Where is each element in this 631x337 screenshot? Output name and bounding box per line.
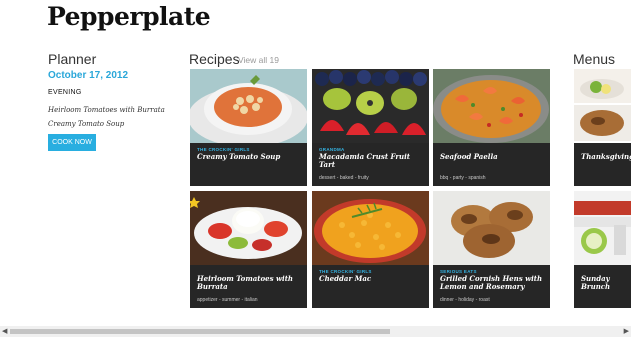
recipe-tags: dessert - baked - fruity xyxy=(319,175,369,181)
menu-name: Thanksgiving xyxy=(581,152,631,161)
planner-slot-label: EVENING xyxy=(48,89,82,96)
cook-now-button[interactable]: COOK NOW xyxy=(48,134,96,151)
recipe-name: Heirloom Tomatoes with Burrata xyxy=(197,274,294,291)
menu-photos xyxy=(574,69,631,141)
recipe-name: Seafood Paella xyxy=(440,152,498,161)
recipe-tags: appetizer - summer - italian xyxy=(197,297,258,303)
recipe-name: Creamy Tomato Soup xyxy=(197,152,281,161)
recipe-tile[interactable]: Seafood Paella bbq - party - spanish xyxy=(433,69,550,186)
recipe-tile[interactable]: THE CROCKIN' GIRLS Creamy Tomato Soup xyxy=(190,69,307,186)
recipe-name: Grilled Cornish Hens with Lemon and Rose… xyxy=(440,274,543,291)
menus-title[interactable]: Menus xyxy=(573,51,615,67)
recipe-tags: dinner - holiday - roast xyxy=(440,297,490,303)
recipe-photo-seafood-paella xyxy=(433,69,550,143)
planner-title[interactable]: Planner xyxy=(48,51,96,67)
planner-recipe-link[interactable]: Heirloom Tomatoes with Burrata xyxy=(48,106,165,114)
recipe-tile[interactable]: THE CROCKIN' GIRLS Cheddar Mac xyxy=(312,191,429,308)
view-all-recipes-link[interactable]: View all 19 xyxy=(238,55,279,65)
planner-recipe-link[interactable]: Creamy Tomato Soup xyxy=(48,120,124,128)
recipe-tile[interactable]: Heirloom Tomatoes with Burrata appetizer… xyxy=(190,191,307,308)
menu-name: Sunday Brunch xyxy=(581,274,611,291)
horizontal-scrollbar[interactable]: ◀ ▶ xyxy=(0,326,631,337)
recipe-photo-tomato-soup xyxy=(190,69,307,143)
scroll-left-icon[interactable]: ◀ xyxy=(2,327,7,335)
recipe-tile[interactable]: SERIOUS EATS Grilled Cornish Hens with L… xyxy=(433,191,550,308)
recipe-photo-heirloom-tomatoes xyxy=(190,191,307,265)
menu-tile[interactable]: Sunday Brunch xyxy=(574,191,631,308)
planner-date: October 17, 2012 xyxy=(48,70,129,81)
app-title: Pepperplate xyxy=(47,2,211,31)
scroll-right-icon[interactable]: ▶ xyxy=(624,327,629,335)
recipe-name: Cheddar Mac xyxy=(319,274,372,283)
recipes-title[interactable]: Recipes xyxy=(189,51,240,67)
menu-tile[interactable]: Thanksgiving xyxy=(574,69,631,186)
recipe-tile[interactable]: GRANDMA Macadamia Crust Fruit Tart desse… xyxy=(312,69,429,186)
scrollbar-thumb[interactable] xyxy=(10,329,390,334)
recipe-photo-cornish-hens xyxy=(433,191,550,265)
recipe-tags: bbq - party - spanish xyxy=(440,175,486,181)
recipe-photo-cheddar-mac xyxy=(312,191,429,265)
menu-photo-brunch xyxy=(574,191,631,265)
recipe-name: Macadamia Crust Fruit Tart xyxy=(319,152,411,169)
recipe-photo-fruit-tart xyxy=(312,69,429,143)
